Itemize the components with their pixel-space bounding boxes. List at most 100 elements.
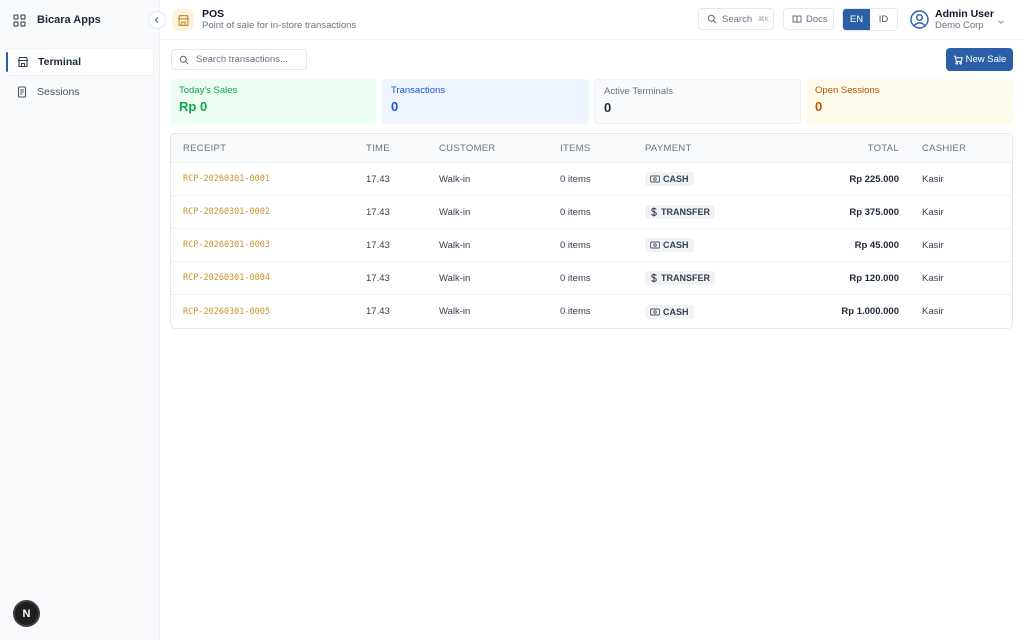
global-search-button[interactable]: Search ⌘K — [698, 8, 774, 30]
payment-cell: CASH — [645, 229, 694, 261]
stat-value: 0 — [604, 100, 612, 115]
sidebar-item-sessions[interactable]: Sessions — [6, 78, 154, 106]
payment-method: TRANSFER — [661, 207, 710, 217]
payment-cell: CASH — [645, 163, 694, 195]
stat-card-active-terminals: Active Terminals 0 — [594, 79, 801, 124]
receipt-number[interactable]: RCP-20260301-0001 — [183, 163, 270, 195]
language-switcher: EN ID — [842, 8, 898, 31]
cashier-name: Kasir — [922, 206, 944, 218]
chevron-down-icon[interactable] — [996, 14, 1006, 25]
search-shortcut: ⌘K — [758, 16, 769, 23]
item-count: 0 items — [560, 206, 591, 218]
docs-label: Docs — [806, 13, 828, 25]
docs-button[interactable]: Docs — [783, 8, 834, 30]
transaction-total: Rp 1.000.000 — [841, 306, 899, 317]
lang-en-button[interactable]: EN — [843, 9, 870, 30]
customer-name: Walk-in — [439, 206, 471, 218]
column-header-customer[interactable]: CUSTOMER — [439, 134, 496, 162]
payment-badge: TRANSFER — [645, 205, 715, 219]
table-row[interactable]: RCP-20260301-0005 17.43 Walk-in 0 items … — [171, 295, 1012, 328]
payment-method: CASH — [663, 174, 689, 184]
item-count: 0 items — [560, 239, 591, 251]
dollar-icon — [650, 273, 658, 283]
stat-value: Rp 0 — [179, 99, 208, 114]
transactions-table: RECEIPT TIME CUSTOMER ITEMS PAYMENT TOTA… — [170, 133, 1013, 329]
customer-name: Walk-in — [439, 173, 471, 185]
user-org: Demo Corp — [935, 20, 984, 31]
page-title: POS — [202, 8, 225, 20]
store-icon — [17, 56, 29, 68]
payment-badge: CASH — [645, 172, 694, 186]
column-header-payment[interactable]: PAYMENT — [645, 134, 692, 162]
sidebar: Bicara Apps Terminal Sessions N — [0, 0, 160, 640]
search-icon — [179, 55, 189, 65]
cash-icon — [650, 241, 660, 249]
table-header-row: RECEIPT TIME CUSTOMER ITEMS PAYMENT TOTA… — [171, 134, 1012, 163]
stat-label: Today's Sales — [179, 85, 238, 96]
receipt-number[interactable]: RCP-20260301-0003 — [183, 229, 270, 261]
cashier-name: Kasir — [922, 239, 944, 251]
new-sale-label: New Sale — [965, 54, 1007, 65]
transaction-time: 17.43 — [366, 206, 390, 218]
column-header-cashier[interactable]: CASHIER — [922, 134, 966, 162]
stat-card-open-sessions: Open Sessions 0 — [806, 79, 1013, 124]
collapse-sidebar-button[interactable] — [148, 11, 166, 29]
cash-icon — [650, 175, 660, 183]
user-avatar-icon[interactable] — [910, 10, 929, 29]
transaction-total: Rp 120.000 — [849, 272, 899, 284]
stat-label: Open Sessions — [815, 85, 880, 96]
payment-badge: CASH — [645, 304, 694, 319]
payment-cell: TRANSFER — [645, 262, 715, 294]
receipt-number[interactable]: RCP-20260301-0002 — [183, 196, 270, 228]
table-row[interactable]: RCP-20260301-0001 17.43 Walk-in 0 items … — [171, 163, 1012, 196]
receipt-number[interactable]: RCP-20260301-0004 — [183, 262, 270, 294]
payment-cell: TRANSFER — [645, 196, 715, 228]
payment-badge: CASH — [645, 238, 694, 252]
user-name[interactable]: Admin User — [935, 8, 994, 20]
transaction-total: Rp 45.000 — [854, 239, 899, 251]
sidebar-item-terminal[interactable]: Terminal — [6, 48, 154, 76]
receipt-icon — [16, 86, 28, 98]
transactions-search-input[interactable]: Search transactions... — [171, 49, 307, 70]
stat-value: 0 — [391, 99, 399, 114]
payment-badge: TRANSFER — [645, 271, 715, 285]
sidebar-nav: Terminal Sessions — [0, 48, 160, 108]
stat-label: Active Terminals — [604, 86, 673, 97]
customer-name: Walk-in — [439, 272, 471, 284]
table-row[interactable]: RCP-20260301-0004 17.43 Walk-in 0 items … — [171, 262, 1012, 295]
column-header-receipt[interactable]: RECEIPT — [183, 134, 226, 162]
top-header: POS Point of sale for in-store transacti… — [160, 0, 1024, 40]
cashier-name: Kasir — [922, 272, 944, 284]
customer-name: Walk-in — [439, 239, 471, 251]
pos-app-icon — [172, 9, 194, 31]
payment-method: CASH — [663, 240, 689, 250]
cashier-name: Kasir — [922, 173, 944, 185]
column-header-time[interactable]: TIME — [366, 134, 390, 162]
table-row[interactable]: RCP-20260301-0003 17.43 Walk-in 0 items … — [171, 229, 1012, 262]
transaction-time: 17.43 — [366, 272, 390, 284]
transaction-time: 17.43 — [366, 173, 390, 185]
sidebar-item-label: Terminal — [38, 56, 81, 68]
dev-tools-badge[interactable]: N — [13, 600, 40, 627]
book-icon — [792, 14, 802, 24]
search-icon — [707, 14, 717, 24]
table-row[interactable]: RCP-20260301-0002 17.43 Walk-in 0 items … — [171, 196, 1012, 229]
search-label: Search — [722, 13, 753, 25]
payment-cell: CASH — [645, 295, 694, 328]
search-placeholder: Search transactions... — [196, 54, 288, 65]
page-subtitle: Point of sale for in-store transactions — [202, 20, 357, 31]
sidebar-item-label: Sessions — [37, 86, 80, 98]
stat-label: Transactions — [391, 85, 446, 96]
receipt-number[interactable]: RCP-20260301-0005 — [183, 295, 270, 328]
payment-method: TRANSFER — [661, 273, 710, 283]
new-sale-button[interactable]: New Sale — [946, 48, 1013, 71]
apps-grid-icon — [13, 13, 26, 27]
cash-icon — [650, 308, 660, 316]
lang-id-button[interactable]: ID — [870, 9, 897, 30]
column-header-total[interactable]: TOTAL — [868, 134, 899, 162]
column-header-items[interactable]: ITEMS — [560, 134, 591, 162]
brand[interactable]: Bicara Apps — [0, 0, 160, 40]
dollar-icon — [650, 207, 658, 217]
cashier-name: Kasir — [922, 306, 944, 317]
table-body: RCP-20260301-0001 17.43 Walk-in 0 items … — [171, 163, 1012, 328]
